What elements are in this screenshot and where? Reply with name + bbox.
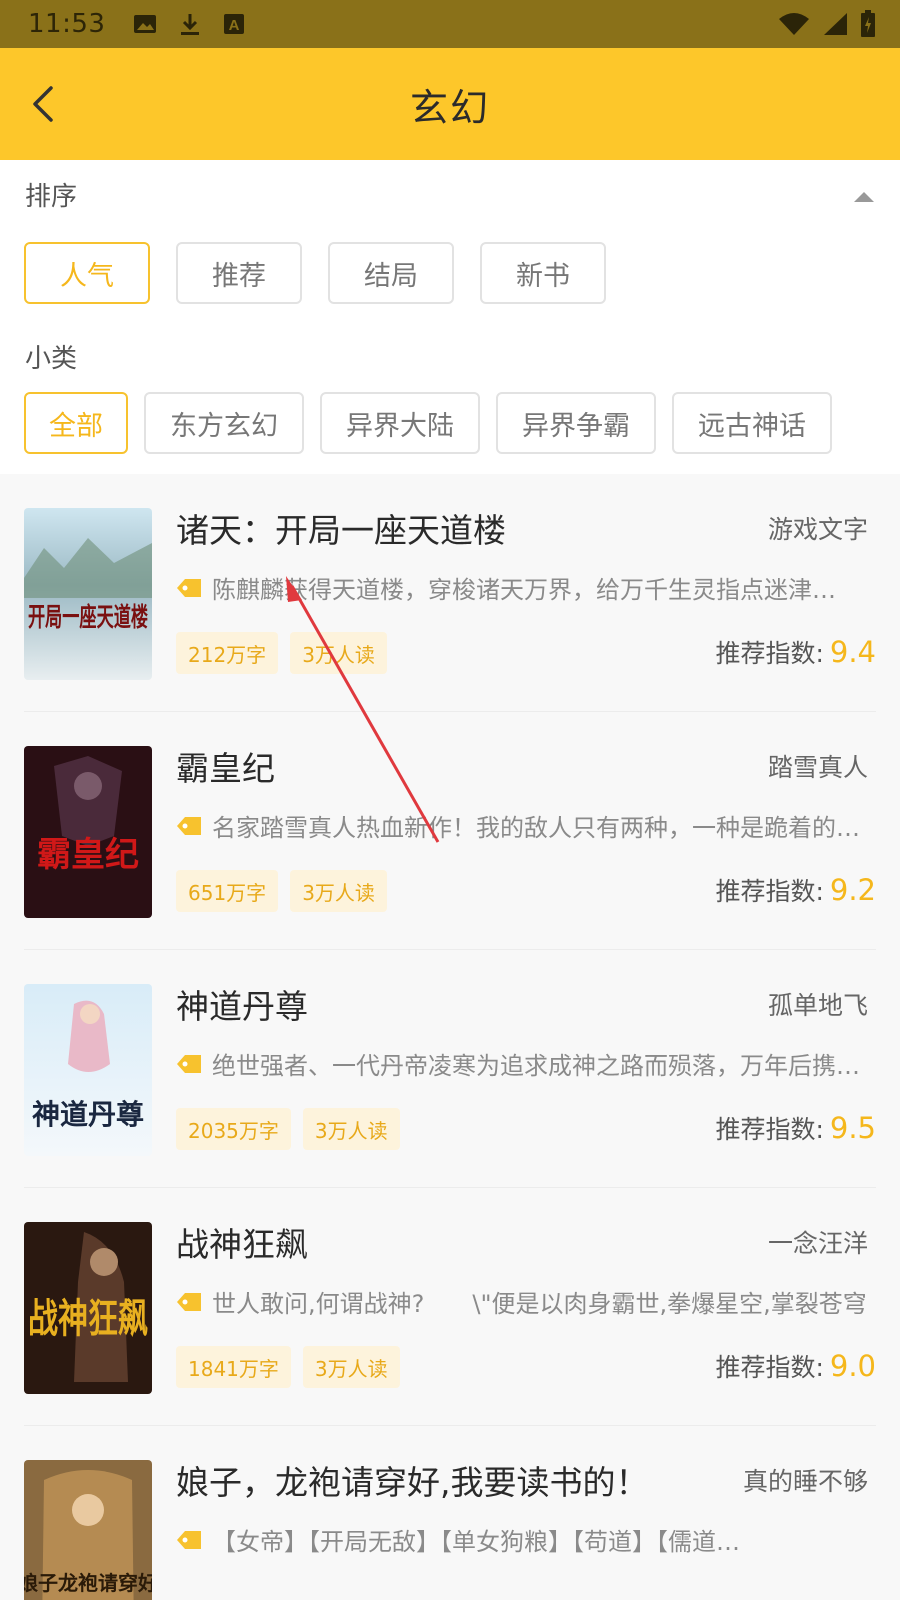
- book-description-text: 世人敢问,何谓战神? \"便是以肉身霸世,拳爆星空,掌裂苍穹: [212, 1290, 867, 1318]
- sort-chip-new[interactable]: 新书: [480, 242, 606, 304]
- tag-icon: [177, 816, 201, 835]
- score-value: 9.5: [829, 1111, 876, 1145]
- book-description: 绝世强者、一代丹帝凌寒为追求成神之路而殒落，万年后携《…: [176, 1046, 876, 1081]
- download-icon: [181, 14, 200, 35]
- book-title: 娘子，龙袍请穿好,我要读书的！: [176, 1463, 649, 1502]
- subcat-chip-myth[interactable]: 远古神话: [672, 392, 832, 454]
- book-description-text: 【女帝】【开局无敌】【单女狗粮】【苟道】【儒道…: [212, 1528, 740, 1556]
- image-icon: [134, 15, 157, 33]
- score-label: 推荐指数:: [715, 877, 824, 906]
- font-a-icon: A: [224, 14, 245, 34]
- wifi-icon: [779, 13, 809, 35]
- tag-icon: [177, 1292, 201, 1311]
- readers-badge: 3万人读: [302, 1108, 400, 1150]
- book-title: 霸皇纪: [176, 749, 275, 788]
- book-item[interactable]: 霸皇纪 霸皇纪 踏雪真人 名家踏雪真人热血新作！我的敌人只有两种，一种是跪着的，…: [0, 712, 900, 950]
- score-value: 9.2: [829, 873, 876, 907]
- score-label: 推荐指数:: [715, 1353, 824, 1382]
- readers-badge: 3万人读: [290, 870, 387, 912]
- recommend-score: 推荐指数: 9.2: [715, 872, 876, 908]
- book-description-text: 名家踏雪真人热血新作！我的敌人只有两种，一种是跪着的，…: [212, 814, 876, 842]
- book-item[interactable]: 开局一座天道楼 诸天：开局一座天道楼 游戏文字 陈麒麟获得天道楼，穿梭诸天万界，…: [0, 474, 900, 712]
- book-description-text: 绝世强者、一代丹帝凌寒为追求成神之路而殒落，万年后携《…: [212, 1052, 876, 1080]
- word-count-badge: 212万字: [176, 632, 279, 674]
- book-item[interactable]: 战神狂飙 战神狂飙 一念汪洋 世人敢问,何谓战神? \"便是以肉身霸世,拳爆星空…: [0, 1188, 900, 1426]
- score-value: 9.0: [829, 1349, 876, 1383]
- cover-title-text: 开局一座天道楼: [28, 602, 148, 633]
- tag-icon: [177, 578, 201, 597]
- book-cover: 战神狂飙: [24, 1222, 152, 1394]
- book-description: 名家踏雪真人热血新作！我的敌人只有两种，一种是跪着的，…: [176, 808, 876, 843]
- book-author: 真的睡不够: [742, 1467, 868, 1496]
- cover-title-text: 战神狂飙: [28, 1295, 148, 1342]
- book-description: 世人敢问,何谓战神? \"便是以肉身霸世,拳爆星空,掌裂苍穹: [176, 1284, 876, 1319]
- subcat-chip-eastern[interactable]: 东方玄幻: [144, 392, 304, 454]
- score-label: 推荐指数:: [715, 1115, 824, 1144]
- page-title: 玄幻: [409, 85, 490, 130]
- signal-icon: [824, 13, 847, 35]
- book-author: 一念汪洋: [767, 1229, 868, 1258]
- subcat-chip-hegemony[interactable]: 异界争霸: [496, 392, 656, 454]
- readers-badge: 3万人读: [302, 1346, 400, 1388]
- book-description-text: 陈麒麟获得天道楼，穿梭诸天万界，给万千生灵指点迷津…: [212, 576, 836, 604]
- recommend-score: 推荐指数: 9.4: [715, 634, 876, 670]
- book-description: 陈麒麟获得天道楼，穿梭诸天万界，给万千生灵指点迷津…: [176, 570, 876, 605]
- back-button[interactable]: [20, 80, 68, 128]
- app-bar: 玄幻: [0, 48, 900, 160]
- readers-badge: 3万人读: [290, 632, 387, 674]
- book-cover: 娘子龙袍请穿好: [24, 1460, 152, 1600]
- sort-chip-popular[interactable]: 人气: [24, 242, 150, 304]
- book-title: 神道丹尊: [176, 987, 308, 1026]
- score-label: 推荐指数:: [715, 639, 824, 668]
- book-description: 【女帝】【开局无敌】【单女狗粮】【苟道】【儒道…: [176, 1522, 876, 1557]
- recommend-score: 推荐指数: 9.5: [715, 1110, 876, 1146]
- subcat-chip-all[interactable]: 全部: [24, 392, 128, 454]
- tag-icon: [177, 1530, 201, 1549]
- sort-chip-recommend[interactable]: 推荐: [176, 242, 302, 304]
- subcategory-label: 小类: [25, 344, 78, 374]
- score-value: 9.4: [829, 635, 876, 669]
- subcat-chip-otherworld[interactable]: 异界大陆: [320, 392, 480, 454]
- status-bar: 11:53 A: [0, 0, 900, 48]
- cover-title-text: 娘子龙袍请穿好: [24, 1571, 152, 1595]
- collapse-arrow-icon[interactable]: [854, 190, 874, 202]
- filter-panel: 排序 人气 推荐 结局 新书 小类 全部 东方玄幻 异界大陆 异界争霸 远古神话: [0, 160, 900, 474]
- cover-title-text: 霸皇纪: [37, 835, 139, 875]
- status-time: 11:53: [28, 9, 106, 39]
- book-title: 战神狂飙: [176, 1225, 308, 1264]
- book-item[interactable]: 神道丹尊 神道丹尊 孤单地飞 绝世强者、一代丹帝凌寒为追求成神之路而殒落，万年后…: [0, 950, 900, 1188]
- cover-title-text: 神道丹尊: [32, 1098, 144, 1131]
- book-cover: 霸皇纪: [24, 746, 152, 918]
- word-count-badge: 2035万字: [176, 1108, 291, 1150]
- book-cover: 神道丹尊: [24, 984, 152, 1156]
- sort-label: 排序: [25, 182, 78, 212]
- book-cover: 开局一座天道楼: [24, 508, 152, 680]
- book-author: 踏雪真人: [767, 753, 868, 782]
- book-author: 孤单地飞: [767, 991, 868, 1020]
- book-title: 诸天：开局一座天道楼: [176, 511, 506, 550]
- battery-icon: [861, 10, 875, 37]
- chevron-left-icon: [33, 86, 53, 122]
- tag-icon: [177, 1054, 201, 1073]
- word-count-badge: 1841万字: [176, 1346, 291, 1388]
- word-count-badge: 651万字: [176, 870, 279, 912]
- sort-chip-completed[interactable]: 结局: [328, 242, 454, 304]
- book-item[interactable]: 娘子龙袍请穿好 娘子，龙袍请穿好,我要读书的！ 真的睡不够 【女帝】【开局无敌】…: [0, 1426, 900, 1600]
- book-author: 游戏文字: [767, 515, 868, 544]
- recommend-score: 推荐指数: 9.0: [715, 1348, 876, 1384]
- svg-text:A: A: [229, 17, 240, 34]
